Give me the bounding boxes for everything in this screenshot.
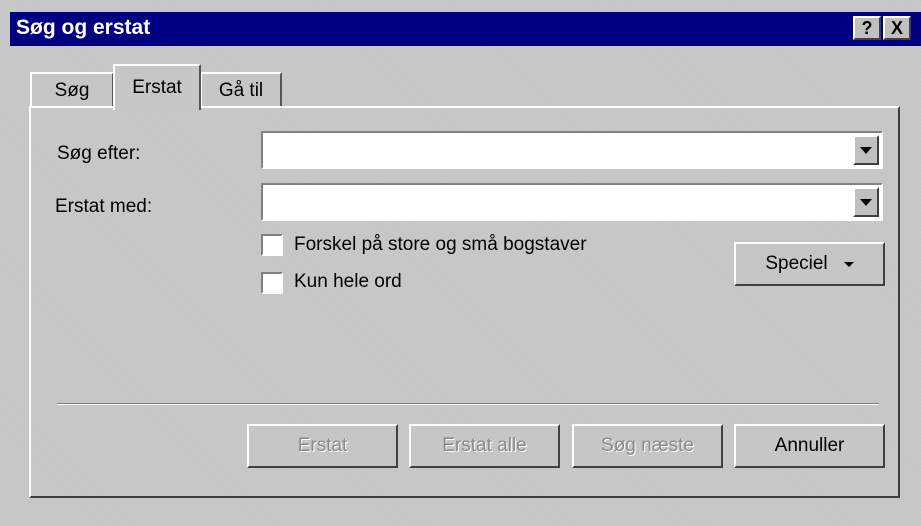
replace-dropdown-button[interactable]: [853, 187, 879, 217]
match-case-checkbox[interactable]: [261, 234, 283, 256]
help-icon: ?: [861, 17, 873, 38]
tab-search-label: Søg: [54, 80, 90, 101]
tab-replace[interactable]: Erstat: [113, 64, 201, 110]
tab-goto[interactable]: Gå til: [200, 72, 282, 108]
replace-all-button[interactable]: Erstat alle: [409, 424, 560, 468]
title-bar[interactable]: Søg og erstat ? X: [10, 12, 921, 46]
search-label: Søg efter:: [57, 143, 141, 164]
tab-goto-label: Gå til: [218, 80, 264, 101]
search-input[interactable]: [265, 135, 851, 165]
replace-combobox[interactable]: [261, 183, 883, 221]
find-replace-dialog: Søg og erstat ? X Søg Gå til Erstat Søg …: [0, 0, 921, 526]
close-button[interactable]: X: [883, 16, 911, 40]
close-icon: X: [890, 17, 903, 38]
dropdown-arrow-icon: [843, 261, 854, 267]
chevron-down-icon: [860, 198, 872, 206]
replace-label: Erstat med:: [55, 196, 153, 217]
tab-search[interactable]: Søg: [30, 72, 114, 108]
special-button-label: Speciel: [765, 253, 828, 274]
match-case-label[interactable]: Forskel på store og små bogstaver: [294, 234, 587, 256]
find-next-button[interactable]: Søg næste: [572, 424, 723, 468]
tab-replace-label: Erstat: [132, 77, 182, 98]
replace-input[interactable]: [265, 187, 851, 217]
help-button[interactable]: ?: [853, 16, 881, 40]
search-dropdown-button[interactable]: [853, 135, 879, 165]
cancel-button[interactable]: Annuller: [734, 424, 885, 468]
separator: [57, 403, 879, 405]
whole-words-label[interactable]: Kun hele ord: [294, 271, 402, 293]
window-title: Søg og erstat: [16, 16, 151, 39]
special-button[interactable]: Speciel: [734, 242, 885, 286]
search-combobox[interactable]: [261, 131, 883, 169]
replace-button[interactable]: Erstat: [247, 424, 398, 468]
whole-words-checkbox[interactable]: [261, 272, 283, 294]
chevron-down-icon: [860, 146, 872, 154]
